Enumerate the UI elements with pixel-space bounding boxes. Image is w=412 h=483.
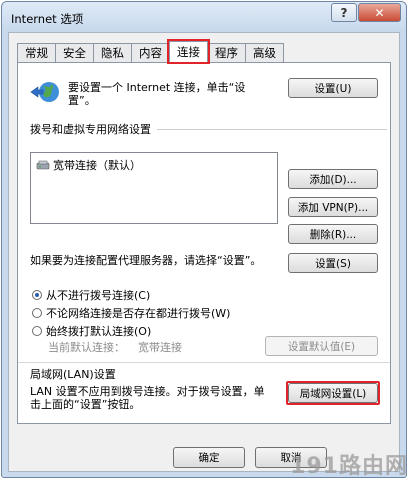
connections-panel: 要设置一个 Internet 连接，单击“设置”。 设置(U) 拨号和虚拟专用网… [17,62,391,424]
lan-text: LAN 设置不应用到拨号连接。对于拨号设置，单击上面的“设置”按钮。 [30,385,265,411]
radio-button[interactable] [32,326,42,336]
dialup-section-header: 拨号和虚拟专用网络设置 [30,121,387,137]
section-divider [157,128,387,130]
site-watermark: 191路由网 [290,454,408,479]
add-button[interactable]: 添加(D)... [288,169,378,189]
setup-text: 要设置一个 Internet 连接，单击“设置”。 [68,81,246,107]
dialup-section-title: 拨号和虚拟专用网络设置 [30,123,151,136]
tab-connections[interactable]: 连接 [167,39,210,64]
list-item[interactable]: 宽带连接（默认） [36,157,141,173]
lan-settings-button[interactable]: 局域网设置(L) [286,381,380,405]
radio-button[interactable] [32,308,42,318]
help-button[interactable]: ? [331,3,357,22]
radio-button-checked[interactable] [32,290,42,300]
tab-advanced[interactable]: 高级 [245,43,284,62]
set-default-button[interactable]: 设置默认值(E) [265,336,378,356]
radio-label: 从不进行拨号连接(C) [46,289,151,302]
radio-label: 始终拨打默认连接(O) [46,325,152,338]
close-button[interactable]: ✕ [358,3,401,22]
ok-button[interactable]: 确定 [173,447,245,468]
radio-never-dial[interactable]: 从不进行拨号连接(C) [32,287,150,303]
settings-button[interactable]: 设置(S) [288,253,378,273]
window-title: Internet 选项 [11,12,84,26]
tab-strip: 常规 安全 隐私 内容 连接 程序 高级 [17,39,284,64]
tab-security[interactable]: 安全 [55,43,94,62]
lan-divider [18,362,390,363]
tab-general[interactable]: 常规 [17,43,56,62]
internet-options-window: Internet 选项 ? ✕ 常规 安全 隐私 内容 连接 程序 高级 要设置… [1,1,407,478]
title-bar[interactable]: Internet 选项 ? ✕ [2,2,406,32]
setup-button[interactable]: 设置(U) [288,78,378,98]
list-item-label: 宽带连接（默认） [53,159,141,172]
radio-label: 不论网络连接是否存在都进行拨号(W) [46,307,231,320]
connection-list[interactable]: 宽带连接（默认） [30,152,278,224]
tab-programs[interactable]: 程序 [207,43,246,62]
lan-section-title: 局域网(LAN)设置 [30,368,116,381]
proxy-text: 如果要为连接配置代理服务器，请选择“设置”。 [30,254,262,267]
remove-button[interactable]: 删除(R)... [288,224,378,244]
dialog-client: 常规 安全 隐私 内容 连接 程序 高级 要设置一个 Internet 连接，单… [8,32,400,472]
modem-icon [36,160,50,169]
tab-content[interactable]: 内容 [131,43,170,62]
radio-dial-whenever[interactable]: 不论网络连接是否存在都进行拨号(W) [32,305,230,321]
current-default-value: 宽带连接 [138,341,182,354]
current-default-label: 当前默认连接： [48,341,125,354]
globe-network-icon [30,82,59,102]
add-vpn-button[interactable]: 添加 VPN(P)... [288,197,378,217]
tab-privacy[interactable]: 隐私 [93,43,132,62]
radio-always-dial[interactable]: 始终拨打默认连接(O) [32,323,151,339]
